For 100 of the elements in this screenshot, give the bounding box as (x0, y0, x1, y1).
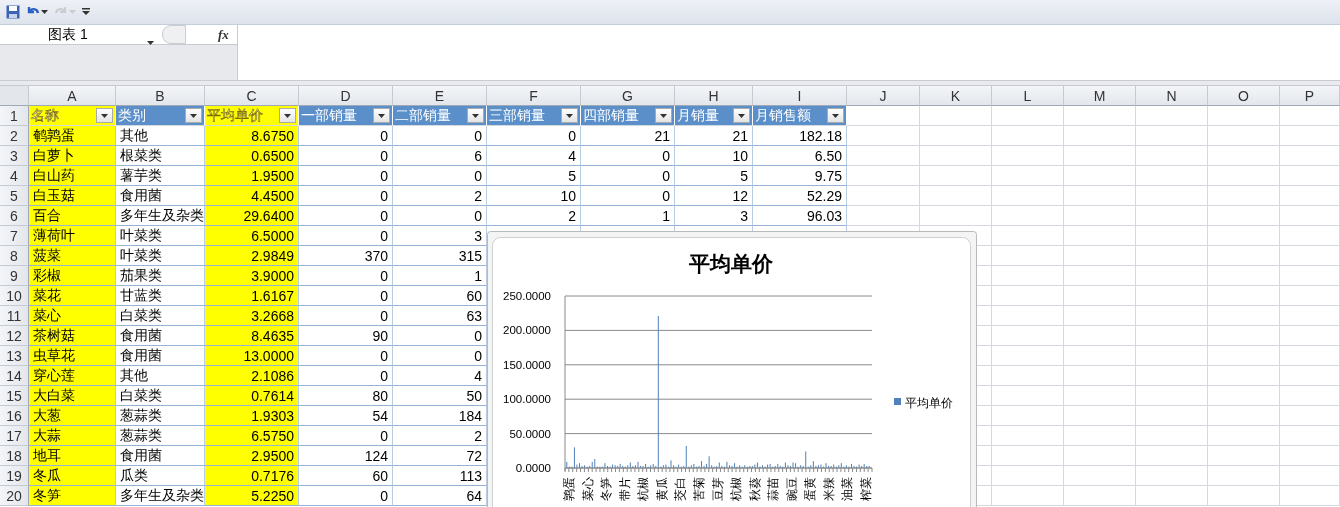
table-cell: 茶树菇 (29, 326, 116, 346)
table-cell: 0 (299, 186, 393, 206)
y-tick-label: 150.0000 (503, 358, 551, 371)
table-cell: 彩椒 (29, 266, 116, 286)
table-cell: 0 (299, 286, 393, 306)
table-cell: 124 (299, 446, 393, 466)
chart-title: 平均单价 (689, 252, 773, 275)
x-category-label: 蒜苗 (766, 477, 781, 501)
table-cell: 0 (299, 206, 393, 226)
column-name: 月销量 (677, 106, 719, 125)
table-cell: 2 (393, 186, 487, 206)
table-cell: 5 (487, 166, 581, 186)
table-cell: 薄荷叶 (29, 226, 116, 246)
y-tick-label: 100.0000 (503, 393, 551, 406)
table-cell: 菜心 (29, 306, 116, 326)
table-cell: 冬笋 (29, 486, 116, 506)
table-cell: 10 (675, 146, 753, 166)
table-cell: 大白菜 (29, 386, 116, 406)
column-name: 类别 (118, 106, 146, 125)
table-cell: 0 (487, 126, 581, 146)
x-category-label: 杭椒 (636, 477, 651, 501)
table-cell: 0 (299, 146, 393, 166)
column-name: 名称 (31, 106, 59, 125)
table-cell: 13.0000 (205, 346, 299, 366)
table-cell: 6 (393, 146, 487, 166)
table-cell: 0 (299, 366, 393, 386)
table-cell: 1 (581, 206, 675, 226)
table-cell: 90 (299, 326, 393, 346)
column-name: 二部销量 (395, 106, 451, 125)
table-cell: 6.5000 (205, 226, 299, 246)
table-cell: 52.29 (753, 186, 847, 206)
table-cell: 3.9000 (205, 266, 299, 286)
table-cell: 8.6750 (205, 126, 299, 146)
table-cell: 0 (299, 166, 393, 186)
x-category-label: 冬笋 (599, 477, 614, 501)
table-cell: 2.9500 (205, 446, 299, 466)
table-cell: 54 (299, 406, 393, 426)
table-cell: 2.1086 (205, 366, 299, 386)
table-cell: 29.6400 (205, 206, 299, 226)
x-category-label: 鹑蛋 (562, 477, 576, 501)
table-cell: 3 (675, 206, 753, 226)
column-name: 四部销量 (583, 106, 639, 125)
table-cell: 0 (299, 226, 393, 246)
x-category-label: 茭白 (673, 477, 688, 501)
table-cell: 4 (487, 146, 581, 166)
x-category-label: 苦菊 (691, 477, 706, 501)
table-cell: 2 (487, 206, 581, 226)
table-cell: 4.4500 (205, 186, 299, 206)
table-cell: 0.7614 (205, 386, 299, 406)
table-cell: 1.9500 (205, 166, 299, 186)
table-cell: 182.18 (753, 126, 847, 146)
table-cell: 大蒜 (29, 426, 116, 446)
table-cell: 白山药 (29, 166, 116, 186)
table-cell: 鹌鹑蛋 (29, 126, 116, 146)
table-cell: 0 (393, 126, 487, 146)
legend-label: 平均单价 (905, 396, 953, 410)
table-cell: 1.6167 (205, 286, 299, 306)
x-category-label: 豆芽 (710, 477, 725, 501)
x-category-label: 带片 (617, 477, 632, 501)
table-cell: 21 (675, 126, 753, 146)
table-cell: 96.03 (753, 206, 847, 226)
table-cell: 0 (299, 486, 393, 506)
column-name: 一部销量 (301, 106, 357, 125)
table-cell: 10 (487, 186, 581, 206)
table-cell: 0 (393, 166, 487, 186)
y-tick-label: 250.0000 (503, 290, 551, 302)
table-cell: 5.2250 (205, 486, 299, 506)
table-cell: 冬瓜 (29, 466, 116, 486)
column-name: 三部销量 (489, 106, 545, 125)
table-cell: 0 (299, 126, 393, 146)
table-cell: 8.4635 (205, 326, 299, 346)
table-cell: 0 (299, 346, 393, 366)
table-cell: 白萝卜 (29, 146, 116, 166)
x-category-label: 黄瓜 (654, 477, 669, 501)
table-cell: 0 (299, 426, 393, 446)
x-category-label: 米辣 (821, 477, 836, 501)
table-cell: 60 (299, 466, 393, 486)
table-cell: 9.75 (753, 166, 847, 186)
table-cell: 370 (299, 246, 393, 266)
y-tick-label: 0.0000 (515, 462, 551, 474)
table-cell: 大葱 (29, 406, 116, 426)
column-name: 月销售额 (755, 106, 811, 125)
x-category-label: 蛋黄 (803, 477, 818, 501)
table-cell: 百合 (29, 206, 116, 226)
table-cell: 6.50 (753, 146, 847, 166)
x-category-label: 秋葵 (747, 477, 762, 501)
table-cell: 0 (299, 306, 393, 326)
y-tick-label: 200.0000 (503, 324, 551, 337)
y-tick-label: 50.0000 (509, 427, 551, 440)
x-category-label: 豌豆 (784, 477, 799, 501)
table-cell: 0.6500 (205, 146, 299, 166)
x-category-label: 菜心 (580, 477, 595, 501)
table-cell: 3.2668 (205, 306, 299, 326)
table-cell: 80 (299, 386, 393, 406)
table-cell: 21 (581, 126, 675, 146)
table-cell: 菠菜 (29, 246, 116, 266)
table-cell: 2.9849 (205, 246, 299, 266)
table-cell: 地耳 (29, 446, 116, 466)
table-cell: 虫草花 (29, 346, 116, 366)
table-cell: 12 (675, 186, 753, 206)
